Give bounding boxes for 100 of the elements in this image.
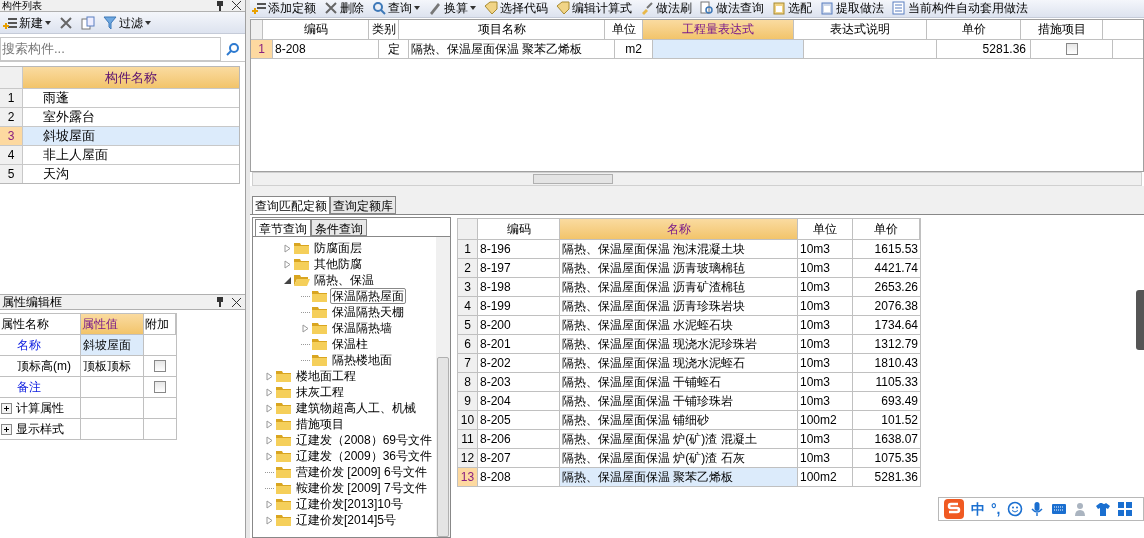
table-cell-text: 1075.35 <box>873 450 919 467</box>
table-cell: 隔热、保温屋面保温 泡沫混凝土块 <box>560 240 798 258</box>
toolbar-button[interactable]: 查询 <box>372 0 420 17</box>
table-cell[interactable]: 斜坡屋面 <box>23 127 239 145</box>
table-cell: 8-201 <box>478 335 560 353</box>
clipboard-icon <box>820 1 834 16</box>
clipboard-icon <box>772 1 786 16</box>
table-cell: 100m2 <box>798 411 853 429</box>
tab[interactable]: 查询匹配定额 <box>252 196 330 214</box>
copy-button[interactable] <box>80 15 96 30</box>
property-value[interactable]: 顶板顶标 <box>80 356 145 376</box>
tree-item[interactable]: 防腐面层 <box>312 240 364 256</box>
search-field[interactable]: 搜索构件... <box>0 36 221 61</box>
tree-item[interactable]: 保温隔热屋面 <box>330 288 406 304</box>
grid-icon[interactable] <box>1116 501 1133 517</box>
toolbar-button[interactable]: 当前构件自动套用做法 <box>892 0 1028 17</box>
toolbar-button[interactable]: 提取做法 <box>820 0 884 17</box>
vertical-scrollbar[interactable] <box>436 237 450 537</box>
folder-icon <box>294 258 310 270</box>
table-cell: 10m3 <box>798 278 853 296</box>
tree-item[interactable]: 鞍建价发 [2009] 7号文件 <box>294 480 429 496</box>
tree-item[interactable]: 营建价发 [2009] 6号文件 <box>294 464 429 480</box>
collapsed-arrow-icon[interactable] <box>265 499 274 509</box>
expanded-arrow-icon[interactable] <box>283 275 292 285</box>
collapsed-arrow-icon[interactable] <box>265 419 274 429</box>
toolbar-button[interactable]: 编辑计算式 <box>556 0 632 17</box>
toolbar-button[interactable]: 添加定额 <box>252 0 316 17</box>
tree-item[interactable]: 隔热、保温 <box>312 272 376 288</box>
table-cell: 隔热、保温屋面保温 干铺珍珠岩 <box>560 392 798 410</box>
tag-icon <box>484 1 498 16</box>
checkbox[interactable] <box>154 381 167 393</box>
table-cell: 8-199 <box>478 297 560 315</box>
filter-button[interactable]: 过滤 <box>102 13 152 32</box>
pin-icon <box>216 297 224 307</box>
table-cell-text: 1734.64 <box>873 317 919 334</box>
new-button[interactable]: 新建 <box>2 13 52 32</box>
row-number: 3 <box>458 278 478 296</box>
table-cell: 隔热、保温屋面保温 炉(矿)渣 混凝土 <box>560 430 798 448</box>
horizontal-scrollbar[interactable] <box>252 172 1142 187</box>
toolbar-button[interactable]: 做法查询 <box>700 0 764 17</box>
tree-item[interactable]: 抹灰工程 <box>294 384 346 400</box>
table-cell: 100m2 <box>798 468 853 486</box>
tree-item[interactable]: 建筑物超高人工、机械 <box>294 400 418 416</box>
table-cell: 隔热、保温屋面保温 聚苯乙烯板 <box>409 39 615 58</box>
keyboard-icon[interactable] <box>1050 501 1067 517</box>
property-name: 名称 <box>17 337 41 354</box>
tree-item[interactable]: 辽建发（2009）36号文件 <box>294 448 435 464</box>
tree-item[interactable]: 隔热楼地面 <box>330 352 394 368</box>
table-cell: 8-196 <box>478 240 560 258</box>
tab[interactable]: 章节查询 <box>255 219 311 236</box>
tree-item[interactable]: 保温柱 <box>330 336 370 352</box>
toolbar-button[interactable]: 选配 <box>772 0 812 17</box>
tree-item[interactable]: 保温隔热天棚 <box>330 304 406 320</box>
collapsed-arrow-icon[interactable] <box>265 451 274 461</box>
tree-item[interactable]: 辽建价发[2013]10号 <box>294 496 405 512</box>
ime-mode-button[interactable]: 中 <box>971 498 985 520</box>
delete-button[interactable] <box>58 15 74 30</box>
tab[interactable]: 条件查询 <box>311 219 367 236</box>
collapsed-arrow-icon[interactable] <box>283 259 292 269</box>
tree-item[interactable]: 保温隔热墙 <box>330 320 394 336</box>
folder-icon <box>276 434 292 446</box>
toolbar-button[interactable]: 选择代码 <box>484 0 548 17</box>
caret-icon <box>145 20 151 25</box>
collapsed-arrow-icon[interactable] <box>265 371 274 381</box>
tab[interactable]: 查询定额库 <box>330 196 396 214</box>
tree-item[interactable]: 楼地面工程 <box>294 368 358 384</box>
row-number: 4 <box>458 297 478 315</box>
property-value[interactable]: 斜坡屋面 <box>80 335 145 355</box>
tree-item[interactable]: 辽建发（2008）69号文件 <box>294 432 435 448</box>
column-header: 工程量表达式 <box>643 19 794 39</box>
checkbox[interactable] <box>1065 42 1078 55</box>
row-number: 13 <box>458 468 478 486</box>
table-cell-text: 2076.38 <box>873 298 919 315</box>
toolbar-button[interactable]: 做法刷 <box>640 0 692 17</box>
collapsed-arrow-icon[interactable] <box>265 515 274 525</box>
smiley-icon[interactable] <box>1006 501 1023 517</box>
panel-title: 构件列表 <box>1 0 43 11</box>
table-cell: 10m3 <box>798 316 853 334</box>
toolbar-button[interactable]: 换算 <box>428 0 476 17</box>
tree-item[interactable]: 措施项目 <box>294 416 346 432</box>
ime-mode-button[interactable]: °, <box>991 498 1001 520</box>
collapsed-arrow-icon[interactable] <box>301 323 310 333</box>
scroll-handle[interactable] <box>1136 290 1144 350</box>
row-number: 1 <box>0 89 23 107</box>
table-cell: 8-207 <box>478 449 560 467</box>
collapsed-arrow-icon[interactable] <box>283 243 292 253</box>
filter-icon <box>103 15 117 30</box>
close-icon <box>232 1 241 10</box>
delete-icon <box>324 1 338 16</box>
table-cell: 8-200 <box>478 316 560 334</box>
collapsed-arrow-icon[interactable] <box>265 403 274 413</box>
collapsed-arrow-icon[interactable] <box>265 435 274 445</box>
shirt-icon[interactable] <box>1094 501 1111 517</box>
tree-item[interactable]: 其他防腐 <box>312 256 364 272</box>
toolbar-button[interactable]: 删除 <box>324 0 364 17</box>
folder-icon <box>276 402 292 414</box>
checkbox[interactable] <box>154 360 167 372</box>
collapsed-arrow-icon[interactable] <box>265 387 274 397</box>
add-list-icon <box>3 15 17 30</box>
tree-item[interactable]: 辽建价发[2014]5号 <box>294 512 399 528</box>
